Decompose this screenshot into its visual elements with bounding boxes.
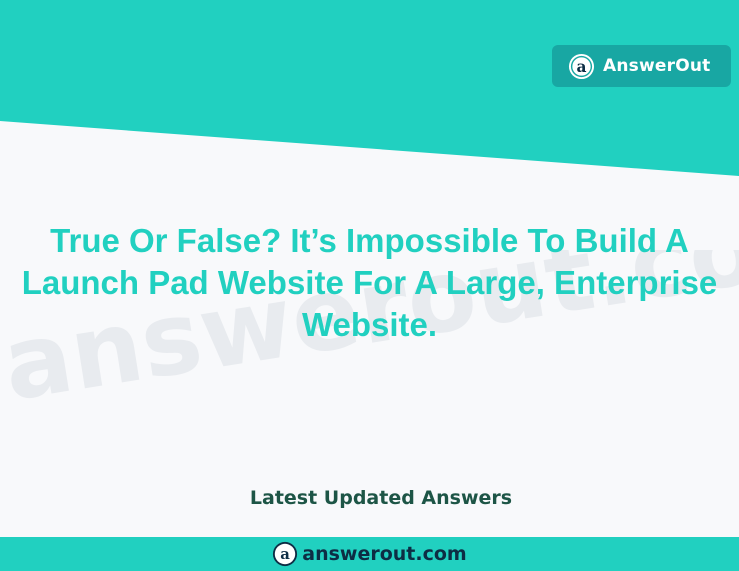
answerout-logo-icon: a — [568, 53, 595, 79]
brand-name: AnswerOut — [603, 56, 711, 76]
footer-bar: a answerout.com — [0, 537, 739, 571]
footer-site-link[interactable]: answerout.com — [302, 543, 466, 565]
question-headline: True Or False? It’s Impossible To Build … — [21, 222, 718, 343]
latest-updated-answers-label: Latest Updated Answers — [249, 487, 513, 509]
brand-badge[interactable]: a AnswerOut — [552, 45, 731, 87]
svg-text:a: a — [577, 57, 587, 75]
answerout-footer-logo-icon: a — [273, 541, 298, 567]
svg-text:a: a — [280, 545, 290, 563]
